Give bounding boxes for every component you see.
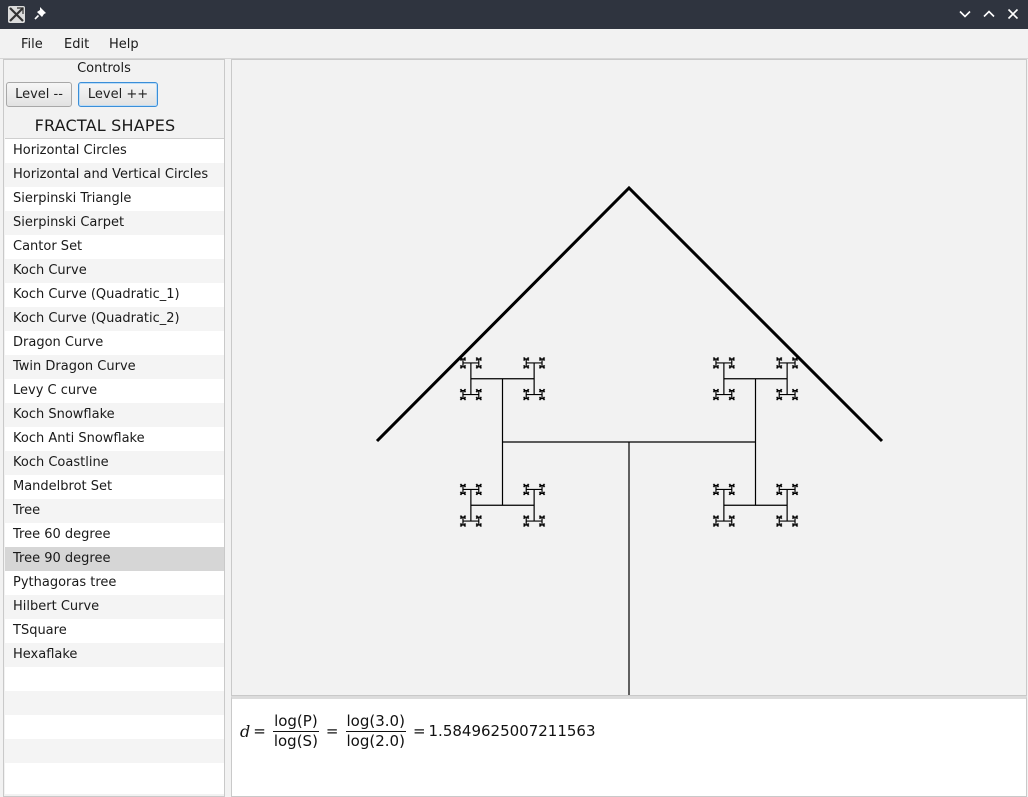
- list-item[interactable]: Horizontal and Vertical Circles: [5, 163, 224, 187]
- list-item[interactable]: Dragon Curve: [5, 331, 224, 355]
- formula-variable: d: [240, 721, 251, 741]
- list-item[interactable]: Tree: [5, 499, 224, 523]
- empty-list-row: [5, 715, 224, 739]
- minimize-icon[interactable]: [958, 7, 972, 21]
- empty-list-row: [5, 739, 224, 763]
- formula-result: 1.5849625007211563: [428, 722, 596, 740]
- fractal-tree-path: [459, 357, 799, 695]
- level-down-button[interactable]: Level --: [6, 82, 72, 107]
- list-item[interactable]: Cantor Set: [5, 235, 224, 259]
- fractal-shapes-title: FRACTAL SHAPES: [34, 116, 176, 135]
- list-item[interactable]: Horizontal Circles: [5, 139, 224, 163]
- dimension-formula: d = log(P) log(S) = log(3.0) log(2.0) = …: [240, 711, 596, 751]
- fractal-canvas: [231, 59, 1027, 696]
- list-item[interactable]: Koch Curve: [5, 259, 224, 283]
- empty-list-row: [5, 763, 224, 787]
- empty-list-row: [5, 667, 224, 691]
- list-item[interactable]: Twin Dragon Curve: [5, 355, 224, 379]
- formula-denominator-numeric: log(2.0): [346, 731, 405, 750]
- formula-denominator-symbolic: log(S): [273, 731, 318, 750]
- menu-file[interactable]: File: [21, 37, 43, 52]
- formula-numerator-numeric: log(3.0): [345, 711, 406, 732]
- pin-icon[interactable]: [34, 6, 48, 22]
- list-item[interactable]: Tree 60 degree: [5, 523, 224, 547]
- formula-panel: d = log(P) log(S) = log(3.0) log(2.0) = …: [231, 696, 1027, 797]
- list-item[interactable]: Levy C curve: [5, 379, 224, 403]
- list-item[interactable]: Koch Anti Snowflake: [5, 427, 224, 451]
- list-item[interactable]: Hilbert Curve: [5, 595, 224, 619]
- fractal-list[interactable]: Horizontal Circles Horizontal and Vertica…: [5, 138, 224, 794]
- close-icon[interactable]: [1006, 7, 1020, 21]
- formula-fraction-numeric: log(3.0) log(2.0): [345, 711, 406, 750]
- app-icon: [8, 6, 25, 23]
- menu-edit[interactable]: Edit: [64, 37, 89, 52]
- fractal-outline: [375, 185, 884, 443]
- list-item[interactable]: TSquare: [5, 619, 224, 643]
- list-item[interactable]: Pythagoras tree: [5, 571, 224, 595]
- list-item[interactable]: Mandelbrot Set: [5, 475, 224, 499]
- list-item[interactable]: Sierpinski Carpet: [5, 211, 224, 235]
- fractal-drawing: [375, 185, 884, 695]
- level-up-button[interactable]: Level ++: [78, 82, 158, 107]
- formula-fraction-symbolic: log(P) log(S): [273, 711, 319, 750]
- list-item[interactable]: Koch Snowflake: [5, 403, 224, 427]
- list-item[interactable]: Hexaflake: [5, 643, 224, 667]
- formula-equals: =: [325, 722, 339, 740]
- controls-panel: Controls Level -- Level ++ FRACTAL SHAPE…: [3, 59, 225, 797]
- list-item[interactable]: Koch Curve (Quadratic_2): [5, 307, 224, 331]
- controls-label: Controls: [77, 61, 131, 76]
- menu-help[interactable]: Help: [109, 37, 139, 52]
- formula-equals: =: [253, 722, 266, 740]
- menu-bar: File Edit Help: [0, 29, 1028, 59]
- maximize-icon[interactable]: [982, 7, 996, 21]
- list-item[interactable]: Tree 90 degree: [5, 547, 224, 571]
- formula-numerator-symbolic: log(P): [273, 711, 319, 732]
- formula-equals: =: [412, 722, 426, 740]
- empty-list-row: [5, 691, 224, 715]
- list-item[interactable]: Koch Coastline: [5, 451, 224, 475]
- list-item[interactable]: Koch Curve (Quadratic_1): [5, 283, 224, 307]
- title-bar: [0, 0, 1028, 29]
- list-item[interactable]: Sierpinski Triangle: [5, 187, 224, 211]
